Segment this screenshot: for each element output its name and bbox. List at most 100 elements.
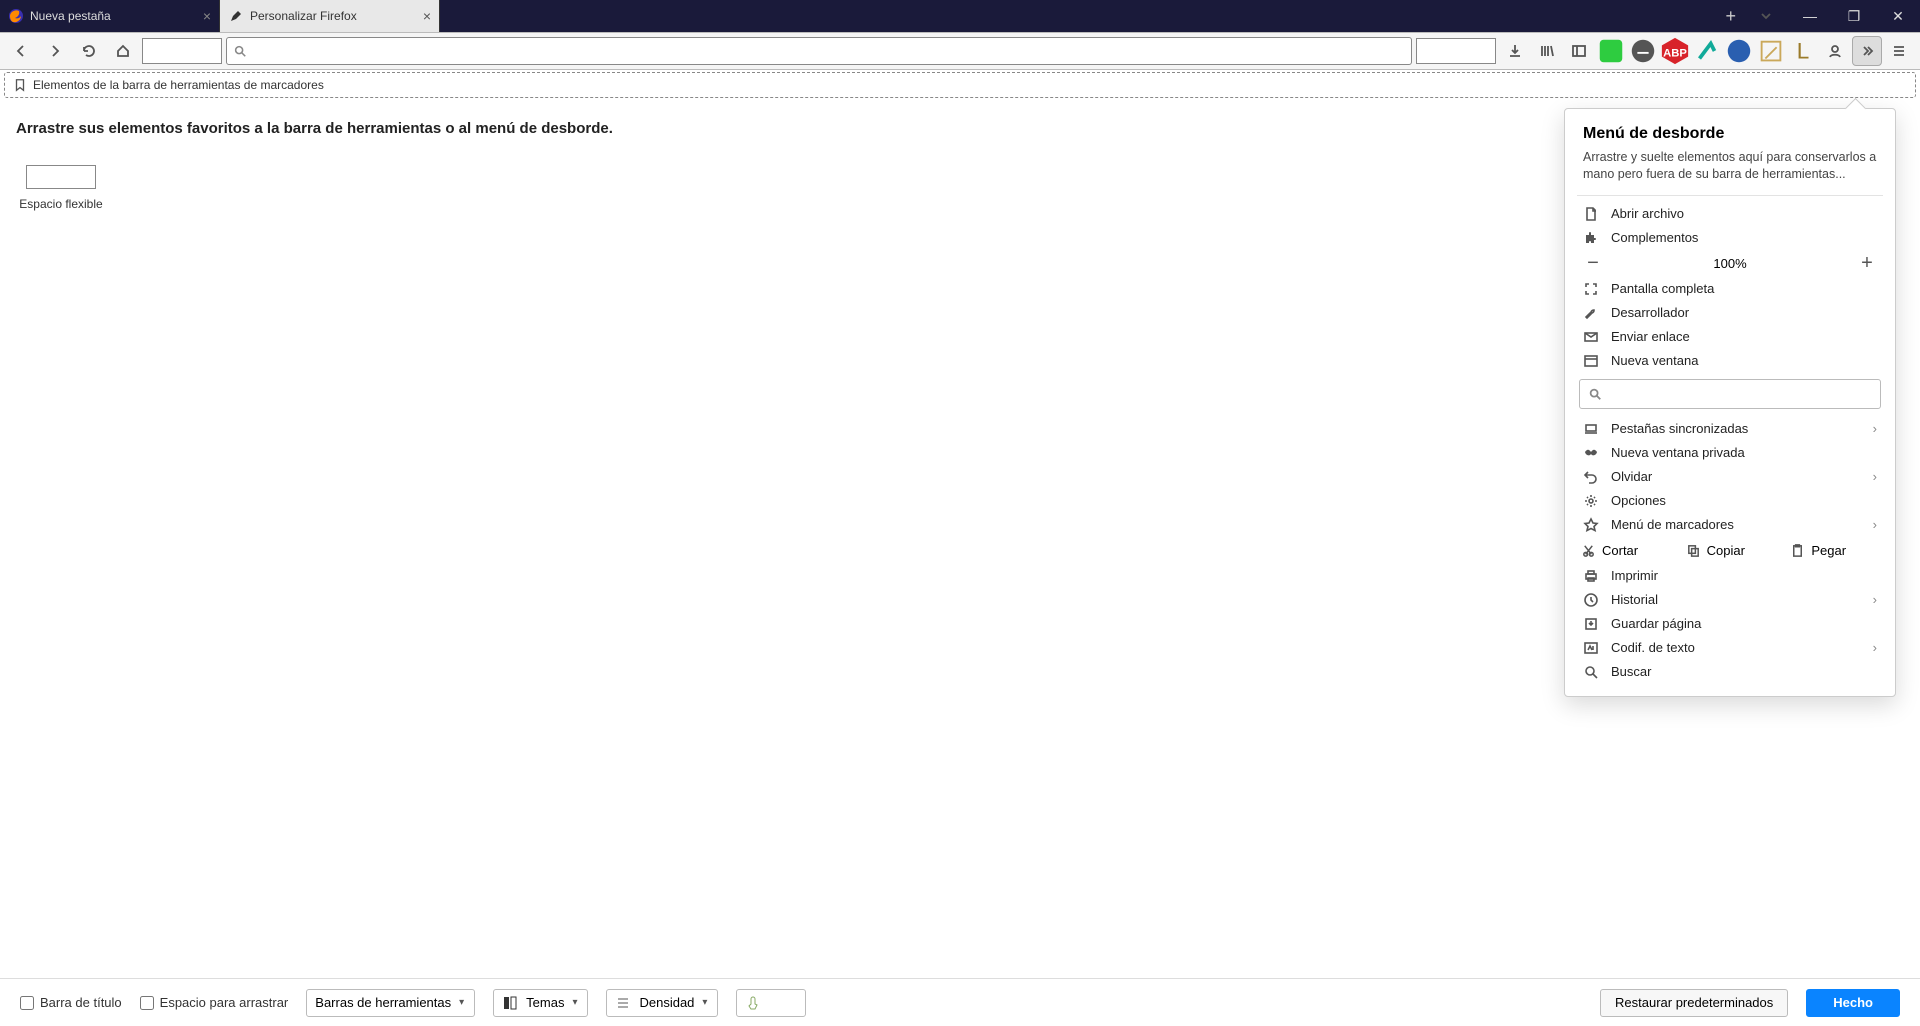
extension-arrow-icon[interactable] bbox=[1692, 36, 1722, 66]
firefox-icon bbox=[8, 8, 24, 24]
extension-blue-icon[interactable] bbox=[1724, 36, 1754, 66]
drag-space-checkbox[interactable]: Espacio para arrastrar bbox=[140, 995, 289, 1010]
new-tab-button[interactable]: + bbox=[1717, 0, 1744, 32]
toolbar-slot-1[interactable] bbox=[142, 38, 222, 64]
overflow-menu-button[interactable] bbox=[1852, 36, 1882, 66]
svg-text:L: L bbox=[1797, 39, 1810, 64]
url-bar[interactable] bbox=[226, 37, 1412, 65]
extension-green-icon[interactable] bbox=[1596, 36, 1626, 66]
bookmarks-toolbar-label: Elementos de la barra de herramientas de… bbox=[33, 78, 324, 92]
restore-defaults-label: Restaurar predeterminados bbox=[1615, 995, 1773, 1010]
overflow-synced-tabs[interactable]: Pestañas sincronizadas › bbox=[1565, 417, 1895, 441]
downloads-icon[interactable] bbox=[1500, 36, 1530, 66]
overflow-text-encoding[interactable]: Codif. de texto › bbox=[1565, 636, 1895, 660]
gear-icon bbox=[1583, 493, 1599, 509]
home-button[interactable] bbox=[108, 36, 138, 66]
extension-abp-icon[interactable]: ABP bbox=[1660, 36, 1690, 66]
overflow-search-field[interactable] bbox=[1579, 379, 1881, 409]
overflow-send-link-label: Enviar enlace bbox=[1611, 329, 1690, 344]
toolbars-dropdown-label: Barras de herramientas bbox=[315, 995, 451, 1010]
overflow-private-window[interactable]: Nueva ventana privada bbox=[1565, 441, 1895, 465]
cut-icon bbox=[1581, 543, 1596, 558]
extension-translate-icon[interactable] bbox=[1628, 36, 1658, 66]
density-dropdown[interactable]: Densidad ▾ bbox=[606, 989, 718, 1017]
zoom-out-button[interactable]: − bbox=[1583, 252, 1603, 275]
overflow-bookmarks-menu[interactable]: Menú de marcadores › bbox=[1565, 513, 1895, 537]
search-icon bbox=[1583, 664, 1599, 680]
zoom-in-button[interactable]: + bbox=[1857, 252, 1877, 275]
tab-new-label: Nueva pestaña bbox=[30, 9, 111, 23]
bookmarks-toolbar-drop[interactable]: Elementos de la barra de herramientas de… bbox=[4, 72, 1916, 98]
done-button[interactable]: Hecho bbox=[1806, 989, 1900, 1017]
history-back-icon bbox=[1583, 469, 1599, 485]
close-icon[interactable]: × bbox=[423, 8, 431, 24]
save-icon bbox=[1583, 616, 1599, 632]
overflow-edit-row: Cortar Copiar Pegar bbox=[1565, 537, 1895, 564]
sidebar-icon[interactable] bbox=[1564, 36, 1594, 66]
overflow-cut[interactable]: Cortar bbox=[1575, 541, 1676, 560]
overflow-history-label: Historial bbox=[1611, 592, 1658, 607]
overflow-forget-label: Olvidar bbox=[1611, 469, 1652, 484]
overflow-forget[interactable]: Olvidar › bbox=[1565, 465, 1895, 489]
toolbars-dropdown[interactable]: Barras de herramientas ▾ bbox=[306, 989, 475, 1017]
tab-new[interactable]: Nueva pestaña × bbox=[0, 0, 220, 32]
overflow-addons[interactable]: Complementos bbox=[1565, 226, 1895, 250]
library-icon[interactable] bbox=[1532, 36, 1562, 66]
overflow-paste[interactable]: Pegar bbox=[1784, 541, 1885, 560]
overflow-open-file-label: Abrir archivo bbox=[1611, 206, 1684, 221]
forward-button[interactable] bbox=[40, 36, 70, 66]
tab-customize-label: Personalizar Firefox bbox=[250, 9, 357, 23]
all-tabs-button[interactable] bbox=[1744, 0, 1788, 32]
overflow-bookmarks-menu-label: Menú de marcadores bbox=[1611, 517, 1734, 532]
overflow-open-file[interactable]: Abrir archivo bbox=[1565, 202, 1895, 226]
flexible-space-item[interactable]: Espacio flexible bbox=[16, 165, 106, 211]
encoding-icon bbox=[1583, 640, 1599, 656]
close-window-button[interactable]: ✕ bbox=[1876, 0, 1920, 32]
divider bbox=[1577, 195, 1883, 196]
touch-dropdown[interactable] bbox=[736, 989, 806, 1017]
tab-customize[interactable]: Personalizar Firefox × bbox=[220, 0, 440, 32]
toolbar-extensions: ABP L bbox=[1500, 36, 1914, 66]
account-icon[interactable] bbox=[1820, 36, 1850, 66]
extension-note-icon[interactable] bbox=[1756, 36, 1786, 66]
overflow-developer-label: Desarrollador bbox=[1611, 305, 1689, 320]
svg-text:ABP: ABP bbox=[1663, 48, 1687, 60]
restore-defaults-button[interactable]: Restaurar predeterminados bbox=[1600, 989, 1788, 1017]
overflow-save-page-label: Guardar página bbox=[1611, 616, 1701, 631]
cut-label: Cortar bbox=[1602, 543, 1638, 558]
minimize-button[interactable]: — bbox=[1788, 0, 1832, 32]
overflow-search[interactable]: Buscar bbox=[1565, 660, 1895, 684]
themes-dropdown[interactable]: Temas ▾ bbox=[493, 989, 588, 1017]
overflow-send-link[interactable]: Enviar enlace bbox=[1565, 325, 1895, 349]
overflow-copy[interactable]: Copiar bbox=[1680, 541, 1781, 560]
chevron-down-icon: ▾ bbox=[702, 997, 707, 1008]
extension-l-icon[interactable]: L bbox=[1788, 36, 1818, 66]
title-bar-checkbox[interactable]: Barra de título bbox=[20, 995, 122, 1010]
wrench-icon bbox=[1583, 305, 1599, 321]
close-icon[interactable]: × bbox=[203, 8, 211, 24]
app-menu-button[interactable] bbox=[1884, 36, 1914, 66]
overflow-fullscreen[interactable]: Pantalla completa bbox=[1565, 277, 1895, 301]
title-bar-checkbox-input[interactable] bbox=[20, 996, 34, 1010]
drag-space-checkbox-input[interactable] bbox=[140, 996, 154, 1010]
back-button[interactable] bbox=[6, 36, 36, 66]
touch-icon bbox=[745, 995, 761, 1011]
overflow-new-window[interactable]: Nueva ventana bbox=[1565, 349, 1895, 373]
chevron-right-icon: › bbox=[1873, 640, 1877, 655]
theme-icon bbox=[502, 995, 518, 1011]
overflow-history[interactable]: Historial › bbox=[1565, 588, 1895, 612]
overflow-search-label: Buscar bbox=[1611, 664, 1651, 679]
customize-bottom-bar: Barra de título Espacio para arrastrar B… bbox=[0, 978, 1920, 1026]
overflow-options[interactable]: Opciones bbox=[1565, 489, 1895, 513]
overflow-save-page[interactable]: Guardar página bbox=[1565, 612, 1895, 636]
maximize-button[interactable]: ❐ bbox=[1832, 0, 1876, 32]
overflow-print[interactable]: Imprimir bbox=[1565, 564, 1895, 588]
reload-button[interactable] bbox=[74, 36, 104, 66]
chevron-right-icon: › bbox=[1873, 421, 1877, 436]
flexible-space-label: Espacio flexible bbox=[19, 197, 102, 211]
chevron-right-icon: › bbox=[1873, 469, 1877, 484]
flexible-space-box bbox=[26, 165, 96, 189]
toolbar-slot-2[interactable] bbox=[1416, 38, 1496, 64]
clock-icon bbox=[1583, 592, 1599, 608]
overflow-developer[interactable]: Desarrollador bbox=[1565, 301, 1895, 325]
